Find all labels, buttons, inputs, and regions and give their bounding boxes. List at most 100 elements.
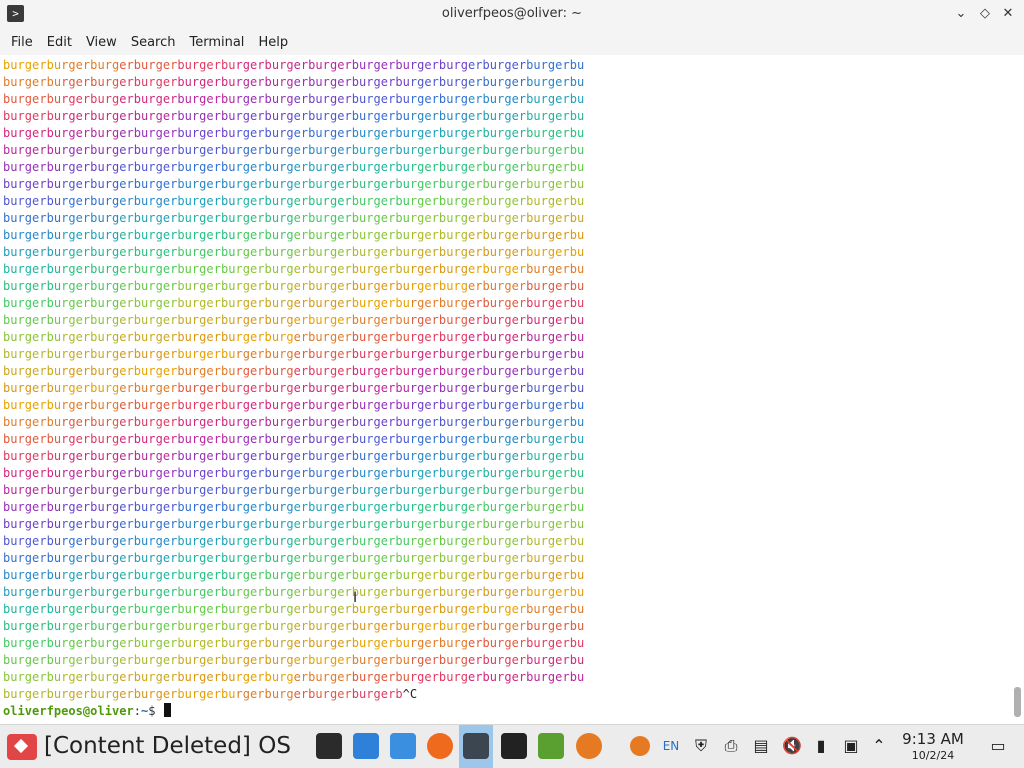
- colored-text-segment: erburger: [468, 466, 527, 480]
- colored-text-segment: rgerburg: [409, 602, 468, 616]
- colored-text-segment: erburger: [119, 687, 178, 701]
- colored-text-segment: burgerbu: [351, 296, 410, 310]
- burger-tray-icon[interactable]: [630, 736, 650, 756]
- notes-icon[interactable]: ▤: [752, 736, 770, 756]
- files-icon[interactable]: [390, 733, 416, 759]
- menu-edit[interactable]: Edit: [40, 30, 79, 55]
- colored-text-segment: rgerburg: [235, 415, 294, 429]
- colored-text-segment: rgerburg: [61, 143, 120, 157]
- colored-text-segment: erburger: [293, 449, 352, 463]
- colored-text-segment: rgerburg: [409, 568, 468, 582]
- colored-text-segment: rgerburg: [409, 194, 468, 208]
- show-desktop-icon[interactable]: ▭: [989, 736, 1007, 756]
- firefox-icon[interactable]: [427, 733, 453, 759]
- menu-terminal[interactable]: Terminal: [182, 30, 251, 55]
- terminal-line: burgerburgerburgerburgerburgerburgerburg…: [3, 601, 1008, 618]
- colored-text-segment: rgerburg: [61, 534, 120, 548]
- colored-text-segment: rgerburg: [235, 58, 294, 72]
- colored-text-segment: burgerbu: [3, 687, 62, 701]
- chevron-down-icon[interactable]: ⌄: [951, 4, 971, 24]
- scrollbar-thumb[interactable]: [1014, 687, 1021, 717]
- colored-text-segment: burgerbu: [3, 126, 62, 140]
- colored-text-segment: erburger: [119, 347, 178, 361]
- network-icon[interactable]: ▣: [842, 736, 860, 756]
- colored-text-segment: rgerburg: [61, 364, 120, 378]
- colored-text-segment: burgerbu: [177, 653, 236, 667]
- menu-search[interactable]: Search: [124, 30, 183, 55]
- colored-text-segment: erburger: [119, 109, 178, 123]
- colored-text-segment: erburger: [468, 500, 527, 514]
- terminal-line: burgerburgerburgerburgerburgerburgerburg…: [3, 108, 1008, 125]
- colored-text-segment: rgerburg: [61, 109, 120, 123]
- colored-text-segment: rgerburg: [235, 211, 294, 225]
- terminal-icon[interactable]: [463, 733, 489, 759]
- battery-icon[interactable]: ▮: [812, 736, 830, 756]
- colored-text-segment: erburger: [468, 517, 527, 531]
- menu-file[interactable]: File: [4, 30, 40, 55]
- colored-text-segment: erburger: [119, 279, 178, 293]
- colored-text-segment: rgerburg: [61, 432, 120, 446]
- colored-text-segment: erburger: [119, 194, 178, 208]
- colored-text-segment: erburger: [468, 602, 527, 616]
- colored-text-segment: burgerbu: [351, 58, 410, 72]
- colored-text-segment: rgerburg: [409, 534, 468, 548]
- colored-text-segment: burgerbu: [177, 245, 236, 259]
- colored-text-segment: erburger: [468, 92, 527, 106]
- colored-text-segment: rgerburg: [235, 449, 294, 463]
- shell-prompt[interactable]: oliverfpeos@oliver:~$: [3, 703, 1008, 720]
- window-title: oliverfpeos@oliver: ~: [441, 6, 583, 21]
- muted-speaker-icon[interactable]: 🔇: [782, 736, 802, 756]
- colored-text-segment: rgerburg: [61, 245, 120, 259]
- colored-text-segment: burgerbu: [177, 619, 236, 633]
- colored-text-segment: burgerbu: [177, 126, 236, 140]
- colored-text-segment: burgerbu: [351, 313, 410, 327]
- colored-text-segment: rgerburg: [409, 92, 468, 106]
- colored-text-segment: erburger: [293, 92, 352, 106]
- game-icon[interactable]: [538, 733, 564, 759]
- terminal-output[interactable]: burgerburgerburgerburgerburgerburgerburg…: [0, 55, 1008, 722]
- clipboard-icon[interactable]: ⎙: [722, 736, 740, 756]
- language-indicator[interactable]: EN: [660, 736, 682, 756]
- diamond-icon[interactable]: ◇: [975, 4, 995, 24]
- colored-text-segment: erburger: [293, 636, 352, 650]
- colored-text-segment: burgerbu: [3, 279, 62, 293]
- prompt-user-host: oliverfpeos@oliver: [3, 704, 134, 718]
- terminal-window-icon[interactable]: [316, 733, 342, 759]
- colored-text-segment: rgerburg: [235, 126, 294, 140]
- chevron-up-icon[interactable]: ⌃: [870, 736, 888, 756]
- terminal-line: burgerburgerburgerburgerburgerburgerburg…: [3, 142, 1008, 159]
- menu-help[interactable]: Help: [251, 30, 295, 55]
- burger-icon[interactable]: [576, 733, 602, 759]
- terminal-line: burgerburgerburgerburgerburgerburgerburg…: [3, 516, 1008, 533]
- terminal-line: burgerburgerburgerburgerburgerburgerburg…: [3, 567, 1008, 584]
- app-icon[interactable]: [501, 733, 527, 759]
- colored-text-segment: erburger: [119, 653, 178, 667]
- colored-text-segment: burgerbu: [3, 449, 62, 463]
- terminal-line: burgerburgerburgerburgerburgerburgerburg…: [3, 278, 1008, 295]
- colored-text-segment: burgerbu: [526, 619, 585, 633]
- store-icon[interactable]: [353, 733, 379, 759]
- colored-text-segment: rgerburg: [235, 670, 294, 684]
- colored-text-segment: burgerbu: [526, 483, 585, 497]
- close-icon[interactable]: ✕: [998, 4, 1018, 24]
- colored-text-segment: burgerbu: [3, 483, 62, 497]
- os-name-label[interactable]: [Content Deleted] OS: [44, 733, 291, 759]
- colored-text-segment: burgerbu: [526, 585, 585, 599]
- colored-text-segment: rgerburg: [409, 466, 468, 480]
- colored-text-segment: burgerbu: [351, 262, 410, 276]
- colored-text-segment: erburger: [468, 534, 527, 548]
- menu-view[interactable]: View: [79, 30, 124, 55]
- clock[interactable]: 9:13 AM 10/2/24: [896, 730, 970, 763]
- colored-text-segment: erburger: [293, 670, 352, 684]
- colored-text-segment: rgerburg: [409, 432, 468, 446]
- start-menu-icon[interactable]: [7, 734, 37, 760]
- colored-text-segment: erburger: [468, 194, 527, 208]
- colored-text-segment: burgerbu: [3, 228, 62, 242]
- scrollbar[interactable]: [1010, 55, 1022, 722]
- window-titlebar[interactable]: > oliverfpeos@oliver: ~ ⌄ ◇ ✕: [0, 0, 1024, 30]
- colored-text-segment: burgerbu: [351, 466, 410, 480]
- colored-text-segment: erburger: [468, 211, 527, 225]
- colored-text-segment: burgerbu: [177, 568, 236, 582]
- colored-text-segment: burgerbu: [3, 670, 62, 684]
- shield-icon[interactable]: ⛨: [692, 736, 710, 756]
